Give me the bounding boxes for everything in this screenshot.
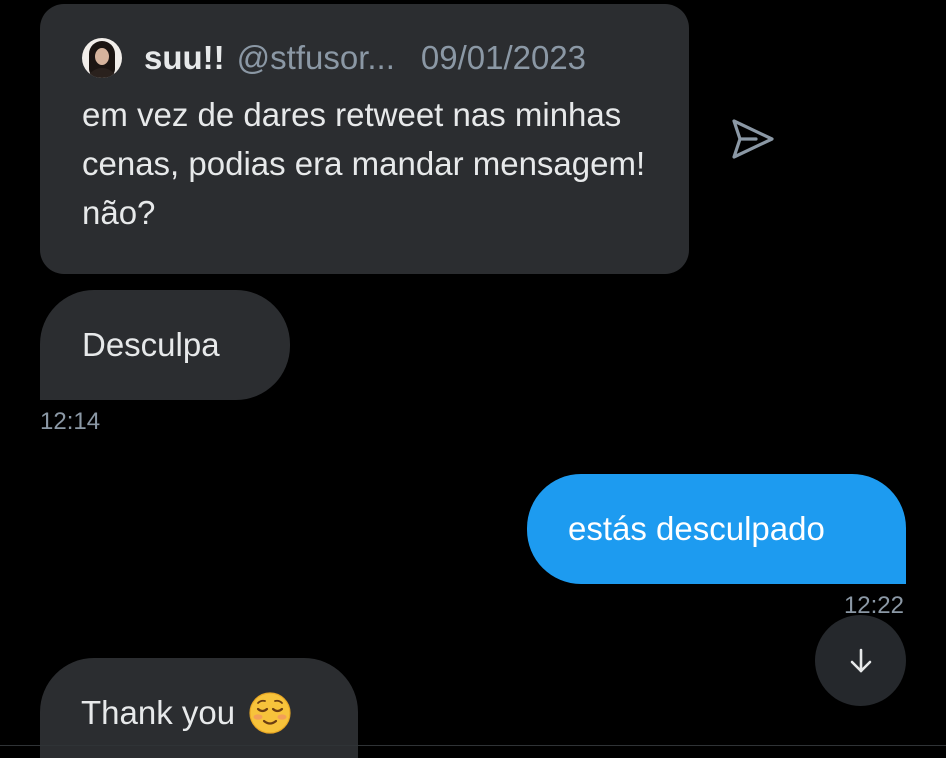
message-bubble-received[interactable]: Desculpa	[40, 290, 290, 400]
author-display-name[interactable]: suu!!	[144, 39, 225, 77]
avatar[interactable]	[82, 38, 122, 78]
tweet-date: 09/01/2023	[420, 39, 587, 76]
message-bubble-received[interactable]: Thank you	[40, 658, 358, 758]
quoted-tweet-text: em vez de dares retweet nas minhas cenas…	[82, 96, 646, 231]
message-text: Desculpa	[82, 326, 220, 363]
author-handle[interactable]: @stfusor...	[237, 39, 395, 77]
quoted-tweet-card[interactable]: suu!! @stfusor... 09/01/2023 em vez de d…	[40, 4, 689, 274]
composer-divider	[0, 745, 946, 746]
relieved-face-emoji-icon	[249, 692, 291, 734]
avatar-face	[95, 48, 109, 65]
message-bubble-sent[interactable]: estás desculpado	[527, 474, 906, 584]
quoted-tweet-header: suu!! @stfusor... 09/01/2023	[82, 38, 649, 78]
message-text: estás desculpado	[568, 510, 825, 547]
message-timestamp: 12:14	[40, 408, 101, 435]
arrow-down-icon	[850, 648, 871, 672]
dm-conversation: suu!! @stfusor... 09/01/2023 em vez de d…	[0, 0, 946, 758]
message-text: Thank you	[81, 694, 236, 731]
scroll-to-bottom-button[interactable]	[815, 615, 906, 706]
send-icon[interactable]	[726, 115, 778, 163]
